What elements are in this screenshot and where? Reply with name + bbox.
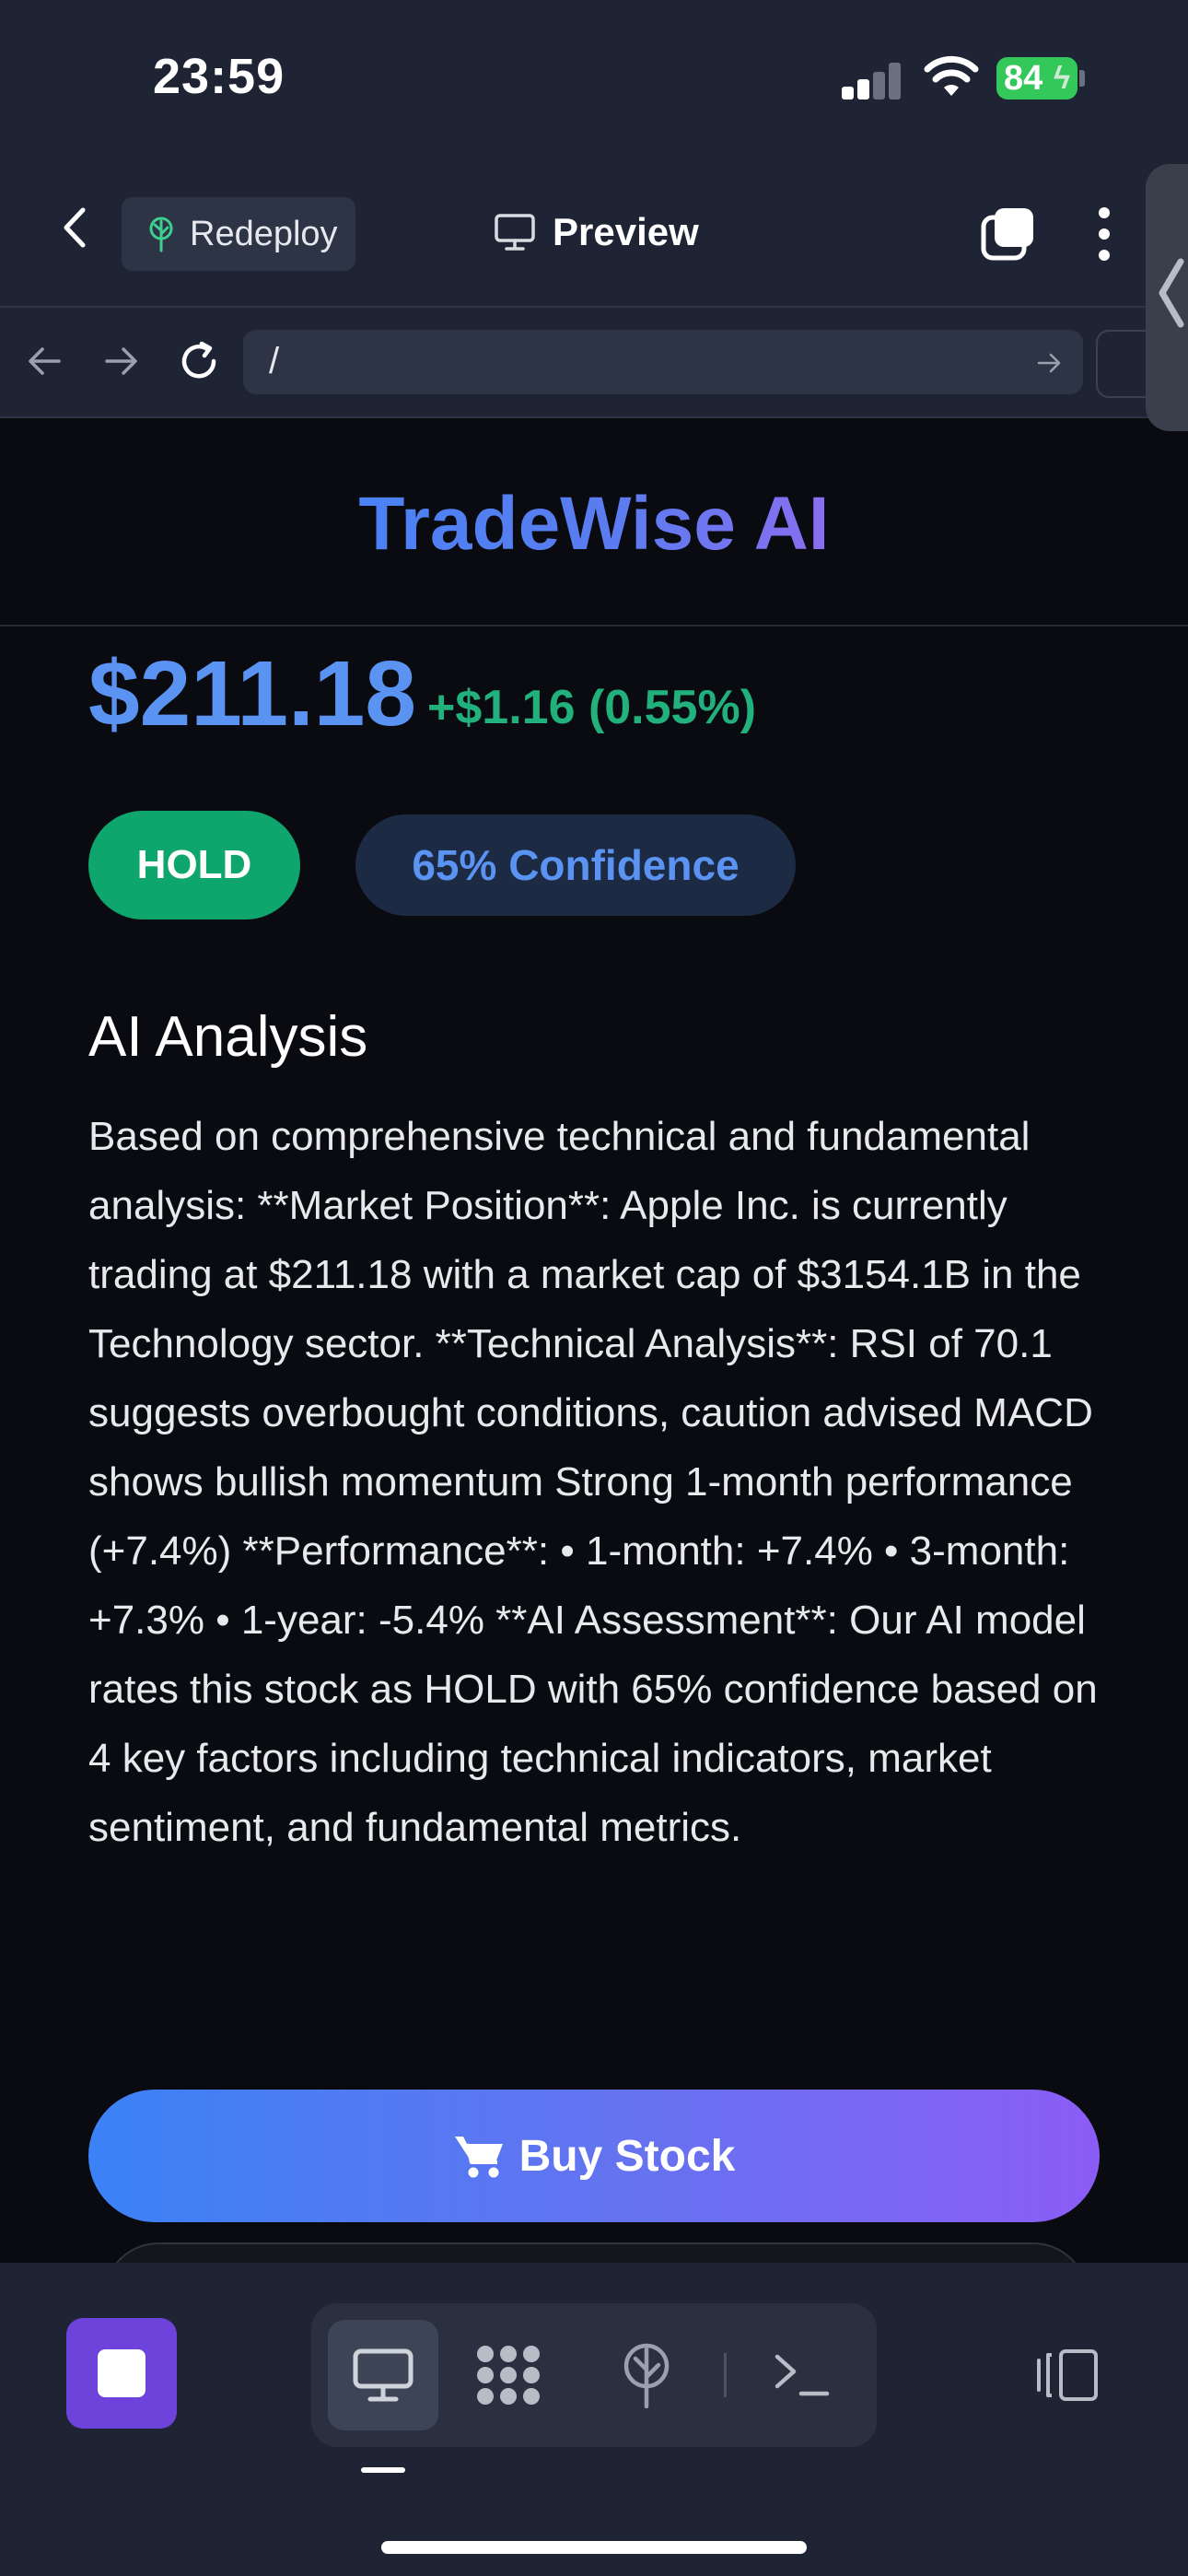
- top-toolbar: Redeploy Preview: [0, 147, 1188, 308]
- status-time: 23:59: [153, 49, 285, 104]
- grid-icon[interactable]: [473, 2342, 543, 2408]
- split-view-icon[interactable]: [1033, 2348, 1100, 2403]
- nav-back-icon[interactable]: [26, 345, 63, 378]
- redeploy-label: Redeploy: [190, 214, 338, 253]
- back-chevron-icon[interactable]: [57, 205, 94, 251]
- deploy-icon[interactable]: [619, 2342, 674, 2408]
- buy-stock-label: Buy Stock: [518, 2131, 736, 2181]
- price-change: +$1.16 (0.55%): [427, 681, 757, 734]
- stock-price: $211.18: [88, 642, 416, 745]
- url-bar: /: [0, 308, 1188, 418]
- home-indicator: [381, 2541, 807, 2554]
- charging-bolt-icon: ϟ: [1054, 61, 1070, 96]
- stop-icon: [98, 2349, 146, 2397]
- battery-icon: 84 ϟ: [996, 57, 1077, 100]
- brand-text: TradeWise AI: [358, 482, 830, 566]
- url-input[interactable]: /: [243, 330, 1083, 394]
- url-text: /: [269, 341, 280, 381]
- shopping-cart-icon: [454, 2137, 503, 2178]
- status-bar: 23:59 84 ϟ: [0, 0, 1188, 147]
- stop-button[interactable]: [66, 2318, 177, 2429]
- reload-icon[interactable]: [177, 339, 221, 383]
- monitor-icon[interactable]: [352, 2348, 414, 2403]
- bottom-bar: [0, 2263, 1188, 2576]
- analysis-title: AI Analysis: [88, 1005, 368, 1069]
- cellular-signal-icon: [842, 61, 903, 100]
- buy-stock-button[interactable]: Buy Stock: [88, 2090, 1100, 2222]
- preview-tab[interactable]: Preview: [494, 210, 699, 254]
- nav-forward-icon[interactable]: [103, 345, 140, 378]
- analysis-text: Based on comprehensive technical and fun…: [88, 1114, 1098, 1850]
- app-header: TradeWise AI: [0, 418, 1188, 626]
- battery-cap: [1079, 70, 1085, 87]
- active-view-indicator: [361, 2467, 405, 2473]
- app-brand: TradeWise AI: [0, 481, 1188, 568]
- recommendation-badge: HOLD: [88, 811, 300, 919]
- view-switcher: [311, 2303, 877, 2447]
- redeploy-button[interactable]: Redeploy: [122, 197, 355, 271]
- wifi-icon: [924, 55, 979, 96]
- battery-level: 84: [1004, 59, 1043, 98]
- confidence-badge: 65% Confidence: [355, 814, 796, 916]
- seg-divider: [724, 2353, 727, 2397]
- monitor-icon: [495, 214, 535, 251]
- go-arrow-icon[interactable]: [1037, 352, 1063, 374]
- tabs-icon[interactable]: [980, 205, 1037, 262]
- deploy-tree-icon: [149, 217, 173, 252]
- preview-label: Preview: [553, 210, 699, 253]
- terminal-icon[interactable]: [772, 2351, 831, 2399]
- more-vertical-icon[interactable]: [1098, 206, 1111, 262]
- side-panel-handle[interactable]: [1146, 164, 1188, 431]
- chevron-left-icon: [1159, 258, 1184, 328]
